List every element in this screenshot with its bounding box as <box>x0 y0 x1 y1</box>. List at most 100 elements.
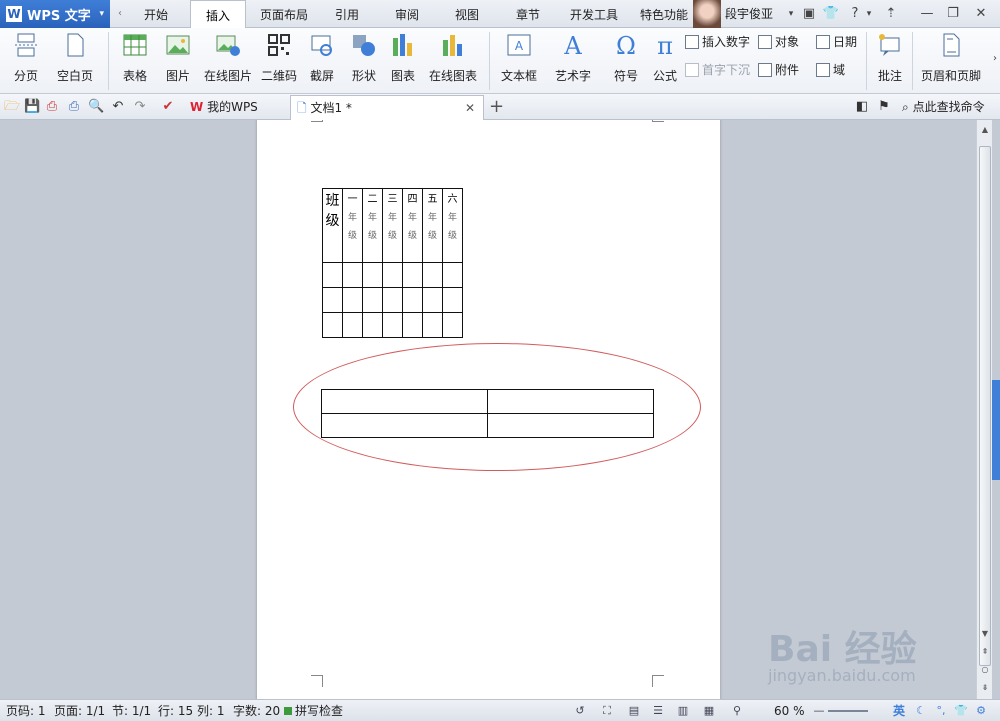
table-header-cell-grade6[interactable]: 六 年 级 <box>442 188 463 263</box>
symbol-button[interactable]: Ω 符号 <box>608 32 644 84</box>
attachment-button[interactable]: 附件 <box>758 60 799 80</box>
fullscreen-icon[interactable]: ⛶ <box>600 704 614 718</box>
comment-button[interactable]: 批注 <box>872 32 908 84</box>
screenshot-button[interactable]: 截屏 <box>304 32 340 84</box>
table-cell[interactable] <box>362 287 383 313</box>
upload-icon[interactable]: ⇡ <box>882 5 900 23</box>
tab-special[interactable]: 特色功能 <box>634 0 694 28</box>
table-cell[interactable] <box>382 312 403 338</box>
wordart-button[interactable]: A 艺术字 <box>550 32 596 84</box>
outline-view-icon[interactable]: ☰ <box>651 704 665 718</box>
qrcode-button[interactable]: 二维码 <box>260 32 298 84</box>
spell-check-toggle[interactable]: 拼写检查 <box>284 700 343 721</box>
table-header-cell-grade3[interactable]: 三 年 级 <box>382 188 403 263</box>
table-cell[interactable] <box>402 312 423 338</box>
side-panel-toggle[interactable] <box>992 380 1000 480</box>
table-cell[interactable] <box>442 287 463 313</box>
table-cell[interactable] <box>342 312 363 338</box>
print-icon[interactable]: ⎙ <box>66 99 82 115</box>
table-cell[interactable] <box>321 389 488 414</box>
object-button[interactable]: 对象 <box>758 32 799 52</box>
skin-icon[interactable]: ▣ <box>800 5 818 23</box>
header-footer-button[interactable]: 页眉和页脚 <box>918 32 984 84</box>
close-icon[interactable]: ✕ <box>465 96 475 120</box>
page-break-button[interactable]: 分页 <box>8 32 44 84</box>
menu-scroll-left-button[interactable]: ‹ <box>114 4 126 24</box>
zoom-out-icon[interactable]: — <box>812 704 826 718</box>
grade-table[interactable]: 班 级 一 年 级 二 年 级 三 年 级 四 年 级 五 年 级 六 年 级 <box>322 188 463 338</box>
table-cell[interactable] <box>487 413 654 438</box>
print-preview-icon[interactable]: 🔍 <box>88 99 104 115</box>
tab-references[interactable]: 引用 <box>322 0 372 28</box>
chart-button[interactable]: 图表 <box>388 32 418 84</box>
tab-start[interactable]: 开始 <box>131 0 181 28</box>
vertical-scrollbar[interactable]: ▲ ▼ ⇞ ○ ⇟ <box>976 120 992 699</box>
table-cell[interactable] <box>442 262 463 288</box>
user-avatar[interactable] <box>693 0 721 28</box>
table-header-cell-grade4[interactable]: 四 年 级 <box>402 188 423 263</box>
tab-document1[interactable]: 🗋 文档1 * ✕ <box>290 95 484 120</box>
two-column-table[interactable] <box>321 389 654 438</box>
command-search[interactable]: ⌕ 点此查找命令 <box>902 94 985 120</box>
shape-button[interactable]: 形状 <box>346 32 382 84</box>
table-cell[interactable] <box>362 312 383 338</box>
status-word-count[interactable]: 字数: 20 <box>233 700 280 721</box>
gear-icon[interactable]: ⚙ <box>974 704 988 718</box>
shirt-icon[interactable]: 👕 <box>822 5 840 23</box>
table-cell[interactable] <box>382 262 403 288</box>
tab-dev-tools[interactable]: 开发工具 <box>562 0 626 28</box>
picture-button[interactable]: 图片 <box>160 32 196 84</box>
new-tab-icon[interactable]: + <box>489 96 504 117</box>
textbox-button[interactable]: A 文本框 <box>494 32 544 84</box>
table-cell[interactable] <box>442 312 463 338</box>
eye-protect-icon[interactable]: ⚲ <box>730 704 744 718</box>
reading-view-icon[interactable]: ▦ <box>702 704 716 718</box>
table-cell[interactable] <box>342 262 363 288</box>
tab-my-wps[interactable]: W 我的WPS <box>184 95 284 120</box>
table-button[interactable]: 表格 <box>116 32 154 84</box>
prev-page-icon[interactable]: ⇞ <box>979 646 991 658</box>
table-cell[interactable] <box>422 287 443 313</box>
table-cell[interactable] <box>402 262 423 288</box>
tab-insert[interactable]: 插入 <box>190 0 246 29</box>
table-cell[interactable] <box>342 287 363 313</box>
table-cell[interactable] <box>321 413 488 438</box>
open-folder-icon[interactable]: 🗁 <box>4 99 20 115</box>
close-icon[interactable]: ✕ <box>972 5 990 23</box>
pdf-export-icon[interactable]: ⎙ <box>44 99 60 115</box>
scrollbar-thumb[interactable] <box>979 146 991 666</box>
ime-language-indicator[interactable]: 英 <box>893 700 905 721</box>
user-name[interactable]: 段宇俊亚 <box>725 0 773 28</box>
table-cell[interactable] <box>322 312 343 338</box>
table-cell[interactable] <box>322 262 343 288</box>
next-page-icon[interactable]: ⇟ <box>979 682 991 694</box>
online-chart-button[interactable]: 在线图表 <box>424 32 482 84</box>
chevron-down-icon[interactable]: ▾ <box>782 5 800 23</box>
table-header-cell-grade5[interactable]: 五 年 级 <box>422 188 443 263</box>
table-cell[interactable] <box>382 287 403 313</box>
zoom-slider[interactable] <box>828 710 868 712</box>
page-view-icon[interactable]: ▤ <box>627 704 641 718</box>
table-header-cell-grade2[interactable]: 二 年 级 <box>362 188 383 263</box>
ribbon-scroll-right-icon[interactable]: › <box>986 50 1000 68</box>
document-area[interactable]: 班 级 一 年 级 二 年 级 三 年 级 四 年 级 五 年 级 六 年 级 <box>0 120 976 699</box>
document-page[interactable]: 班 级 一 年 级 二 年 级 三 年 级 四 年 级 五 年 级 六 年 级 <box>257 120 720 699</box>
tab-view[interactable]: 视图 <box>442 0 492 28</box>
revision-icon[interactable]: ↺ <box>573 704 587 718</box>
save-icon[interactable]: 💾 <box>24 99 40 115</box>
scroll-up-icon[interactable]: ▲ <box>979 124 991 136</box>
redo-icon[interactable]: ↷ <box>132 99 148 115</box>
scroll-down-icon[interactable]: ▼ <box>979 628 991 640</box>
date-button[interactable]: 日期 <box>816 32 857 52</box>
shirt-icon[interactable]: 👕 <box>954 704 968 718</box>
table-header-cell-class[interactable]: 班 级 <box>322 188 343 263</box>
restore-icon[interactable]: ❐ <box>944 5 962 23</box>
punctuation-icon[interactable]: °, <box>934 704 948 718</box>
table-header-cell-grade1[interactable]: 一 年 级 <box>342 188 363 263</box>
table-cell[interactable] <box>322 287 343 313</box>
insert-number-button[interactable]: 插入数字 <box>685 32 750 52</box>
formula-button[interactable]: π 公式 <box>650 32 680 84</box>
tab-chapter[interactable]: 章节 <box>503 0 553 28</box>
app-menu-button[interactable]: W WPS 文字 ▾ <box>0 0 110 28</box>
minimize-icon[interactable]: — <box>918 5 936 23</box>
